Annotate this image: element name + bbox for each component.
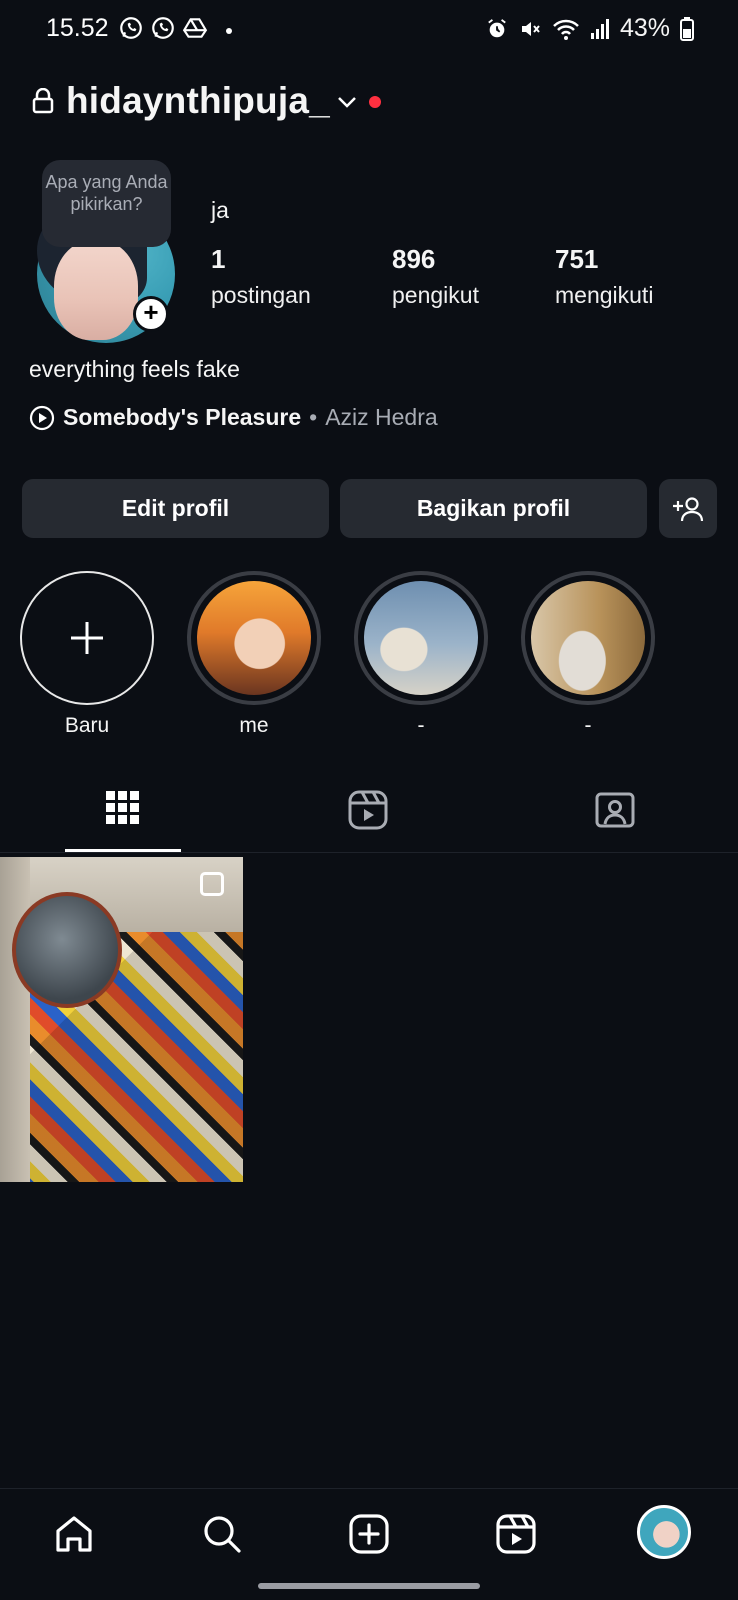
add-person-icon [673, 496, 704, 521]
play-circle-icon [29, 405, 55, 430]
notification-dot [369, 96, 381, 108]
plus-icon [71, 622, 103, 654]
post-mirror [12, 892, 122, 1008]
highlight-label-3: - [584, 714, 592, 737]
nav-create[interactable] [345, 1510, 393, 1558]
tagged-icon[interactable] [594, 790, 636, 830]
lock-icon [32, 88, 54, 114]
whatsapp-icon [152, 17, 174, 39]
battery-percent: 43% [619, 14, 670, 42]
note-bubble[interactable]: Apa yang Anda pikirkan? [42, 160, 171, 247]
reels-icon [496, 1514, 536, 1554]
home-indicator[interactable] [258, 1583, 480, 1589]
tab-divider [0, 852, 738, 853]
nav-profile-avatar[interactable] [637, 1505, 691, 1559]
new-highlight-button[interactable] [20, 571, 154, 705]
status-system-icons: 43% [486, 14, 694, 43]
highlight-label-new: Baru [64, 714, 110, 737]
highlight-me[interactable] [187, 571, 321, 705]
share-profile-button[interactable]: Bagikan profil [340, 479, 647, 538]
song-artist: Aziz Hedra [325, 404, 438, 430]
search-icon [204, 1516, 241, 1553]
highlight-2[interactable] [354, 571, 488, 705]
display-name: ja [211, 197, 229, 223]
highlight-cover-2 [364, 581, 478, 695]
followers-count[interactable]: 896 [392, 244, 435, 275]
whatsapp-icon [120, 17, 142, 39]
nav-home[interactable] [50, 1510, 98, 1558]
status-time: 15.52 [46, 14, 109, 42]
wifi-icon [553, 19, 579, 40]
battery-icon [680, 16, 694, 41]
posts-count[interactable]: 1 [211, 244, 225, 275]
post-wall [0, 857, 30, 1182]
add-story-button[interactable]: + [133, 296, 169, 332]
music-separator: • [309, 404, 318, 430]
profile-music[interactable]: Somebody's Pleasure • Aziz Hedra [29, 404, 438, 431]
highlight-label-me: me [239, 714, 269, 737]
following-label[interactable]: mengikuti [555, 282, 653, 309]
alarm-icon [488, 18, 506, 37]
nav-search[interactable] [198, 1510, 246, 1558]
signal-icon [590, 18, 609, 39]
highlight-cover-3 [531, 581, 645, 695]
edit-profile-button[interactable]: Edit profil [22, 479, 329, 538]
status-dot [226, 28, 232, 34]
username[interactable]: hidaynthipuja_ [66, 80, 330, 122]
song-title: Somebody's Pleasure [63, 404, 302, 430]
highlight-3[interactable] [521, 571, 655, 705]
home-icon [56, 1516, 92, 1552]
grid-icon[interactable] [105, 790, 141, 826]
following-count[interactable]: 751 [555, 244, 598, 275]
chevron-down-icon[interactable] [336, 94, 358, 110]
status-notification-icons [118, 15, 208, 41]
discover-people-button[interactable] [659, 479, 717, 538]
posts-label[interactable]: postingan [211, 282, 311, 309]
reels-icon[interactable] [348, 790, 388, 830]
highlight-cover-me [197, 581, 311, 695]
create-icon [349, 1514, 389, 1554]
avatar-face [54, 240, 138, 340]
mute-icon [521, 21, 540, 36]
bio-text: everything feels fake [29, 356, 240, 382]
followers-label[interactable]: pengikut [392, 282, 479, 309]
highlight-label-2: - [417, 714, 425, 737]
carousel-icon [200, 872, 224, 896]
nav-reels[interactable] [492, 1510, 540, 1558]
drive-icon [182, 18, 208, 38]
